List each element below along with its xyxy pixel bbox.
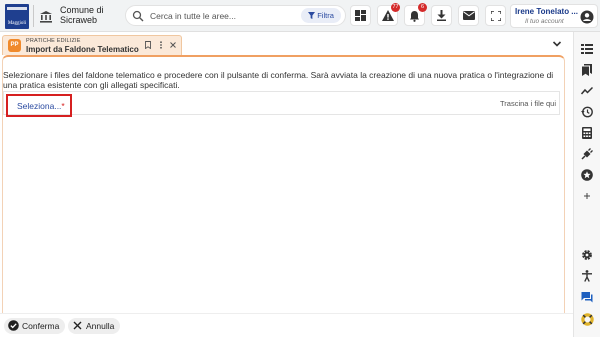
- plug-icon: [581, 148, 593, 160]
- org-name-line2: Sicraweb: [60, 15, 98, 25]
- confirm-label: Conferma: [22, 321, 60, 331]
- dashboard-icon: [355, 10, 366, 21]
- select-files-label: Seleziona...: [17, 101, 62, 111]
- account-icon: [580, 10, 594, 24]
- settings-button[interactable]: [580, 248, 594, 262]
- downloads-button[interactable]: [431, 5, 452, 26]
- logo-text: Maggioli: [7, 21, 27, 26]
- check-circle-icon: [8, 320, 19, 331]
- filter-button[interactable]: Filtra: [301, 8, 341, 23]
- trends-button[interactable]: [580, 84, 594, 98]
- mail-icon: [462, 11, 475, 20]
- favorites-button[interactable]: [580, 168, 594, 182]
- chat-button[interactable]: [580, 290, 594, 304]
- accessibility-button[interactable]: [580, 269, 594, 283]
- fullscreen-button[interactable]: [485, 5, 506, 26]
- bookmarks-button[interactable]: [580, 63, 594, 77]
- drop-zone-hint: Trascina i file qui: [500, 99, 556, 108]
- lifebuoy-icon: [580, 312, 594, 326]
- tab-category: PRATICHE EDILIZIE: [26, 38, 81, 44]
- cancel-label: Annulla: [86, 321, 115, 331]
- chevron-down-icon[interactable]: [552, 39, 562, 49]
- star-circle-icon: [581, 169, 593, 181]
- trending-icon: [581, 86, 593, 95]
- messages-button[interactable]: [458, 5, 479, 26]
- bank-icon: [40, 11, 52, 23]
- fullscreen-icon: [490, 10, 501, 21]
- calculator-icon: [582, 127, 592, 139]
- file-upload-area[interactable]: Seleziona...* Trascina i file qui: [3, 91, 560, 117]
- calculator-button[interactable]: [580, 126, 594, 140]
- bookmarks-icon: [582, 64, 592, 76]
- tab-import-faldone[interactable]: PP PRATICHE EDILIZIE Import da Faldone T…: [2, 35, 182, 55]
- action-footer: Conferma Annulla: [0, 313, 573, 337]
- required-marker: *: [61, 101, 65, 111]
- tab-bar: PP PRATICHE EDILIZIE Import da Faldone T…: [0, 33, 573, 55]
- dashboard-button[interactable]: [350, 5, 371, 26]
- checklist-button[interactable]: [580, 42, 594, 56]
- close-icon: [73, 321, 82, 330]
- plus-icon: [584, 193, 590, 199]
- alerts-button[interactable]: 77: [377, 3, 400, 26]
- user-account-menu[interactable]: Irene Tonelato ... Il tuo account: [510, 4, 598, 28]
- history-button[interactable]: [580, 105, 594, 119]
- gear-icon: [582, 250, 592, 260]
- history-icon: [581, 106, 593, 118]
- filter-label: Filtra: [317, 11, 334, 20]
- bell-icon: [410, 10, 419, 22]
- user-account-label: Il tuo account: [525, 18, 564, 25]
- more-options-icon[interactable]: [157, 41, 165, 49]
- chat-icon: [581, 292, 593, 303]
- right-sidebar: [573, 32, 600, 337]
- search-input[interactable]: Cerca in tutte le aree...: [150, 11, 236, 21]
- maggioli-logo[interactable]: Maggioli: [5, 4, 29, 29]
- support-button[interactable]: [580, 312, 594, 326]
- alerts-badge: 77: [391, 3, 400, 12]
- filter-icon: [308, 12, 316, 19]
- instructions-text: Selezionare i files del faldone telemati…: [3, 70, 554, 90]
- accessibility-icon: [582, 270, 592, 282]
- confirm-button[interactable]: Conferma: [4, 318, 66, 334]
- import-panel: Selezionare i files del faldone telemati…: [2, 55, 565, 313]
- bookmark-icon[interactable]: [144, 41, 152, 49]
- warning-icon: [381, 10, 394, 21]
- top-header: Maggioli Comune di Sicraweb Cerca in tut…: [0, 0, 600, 32]
- add-widget-button[interactable]: [580, 189, 594, 203]
- tab-title: Import da Faldone Telematico: [26, 45, 139, 54]
- user-name: Irene Tonelato ...: [515, 7, 578, 16]
- header-divider: [33, 5, 34, 27]
- notifications-badge: 6: [418, 3, 427, 12]
- select-files-button[interactable]: Seleziona...*: [6, 94, 72, 117]
- plugin-button[interactable]: [580, 147, 594, 161]
- search-icon: [132, 10, 144, 22]
- pratiche-edilizie-icon: PP: [8, 39, 21, 52]
- notifications-button[interactable]: 6: [404, 3, 427, 26]
- global-search[interactable]: Cerca in tutte le aree... Filtra: [125, 5, 346, 26]
- close-tab-icon[interactable]: [169, 41, 177, 49]
- organization-name[interactable]: Comune di Sicraweb: [60, 5, 104, 25]
- checklist-icon: [581, 44, 593, 54]
- cancel-button[interactable]: Annulla: [68, 318, 121, 334]
- download-icon: [437, 10, 446, 21]
- org-name-line1: Comune di: [60, 5, 104, 15]
